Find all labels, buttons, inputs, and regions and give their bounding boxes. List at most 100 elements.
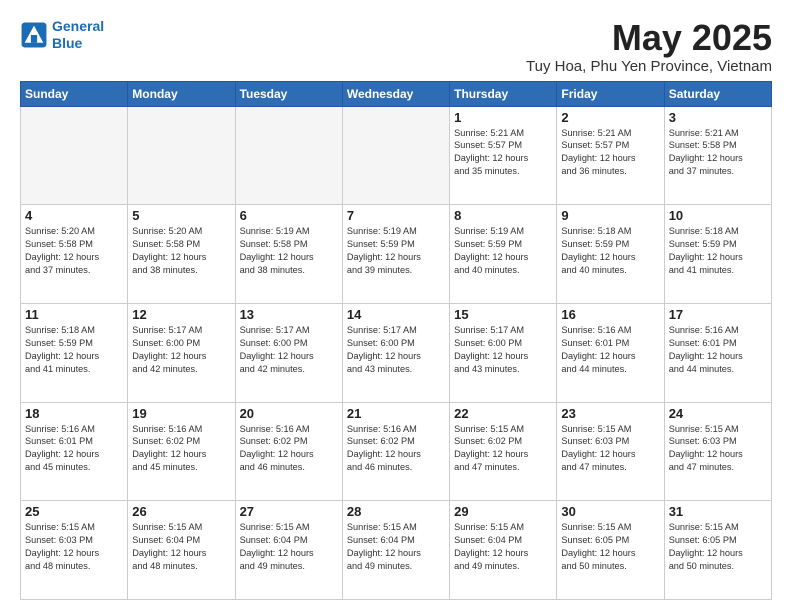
day-number: 23 — [561, 406, 659, 421]
day-info: Sunrise: 5:17 AM Sunset: 6:00 PM Dayligh… — [347, 324, 445, 376]
calendar-cell: 20 Sunrise: 5:16 AM Sunset: 6:02 PM Dayli… — [235, 402, 342, 501]
day-info: Sunrise: 5:15 AM Sunset: 6:03 PM Dayligh… — [25, 521, 123, 573]
day-info: Sunrise: 5:19 AM Sunset: 5:59 PM Dayligh… — [454, 225, 552, 277]
calendar-header-row: SundayMondayTuesdayWednesdayThursdayFrid… — [21, 81, 772, 106]
day-number: 30 — [561, 504, 659, 519]
day-info: Sunrise: 5:15 AM Sunset: 6:04 PM Dayligh… — [240, 521, 338, 573]
calendar-week-row: 1 Sunrise: 5:21 AM Sunset: 5:57 PM Daylig… — [21, 106, 772, 205]
logo-icon — [20, 21, 48, 49]
day-info: Sunrise: 5:15 AM Sunset: 6:04 PM Dayligh… — [454, 521, 552, 573]
header: General Blue May 2025 Tuy Hoa, Phu Yen P… — [20, 18, 772, 75]
calendar-cell: 17 Sunrise: 5:16 AM Sunset: 6:01 PM Dayli… — [664, 303, 771, 402]
calendar-cell: 4 Sunrise: 5:20 AM Sunset: 5:58 PM Daylig… — [21, 205, 128, 304]
calendar-cell: 8 Sunrise: 5:19 AM Sunset: 5:59 PM Daylig… — [450, 205, 557, 304]
day-number: 2 — [561, 110, 659, 125]
title-block: May 2025 Tuy Hoa, Phu Yen Province, Viet… — [526, 18, 772, 75]
day-info: Sunrise: 5:15 AM Sunset: 6:03 PM Dayligh… — [669, 423, 767, 475]
logo: General Blue — [20, 18, 104, 52]
logo-line2: Blue — [52, 35, 104, 52]
calendar-cell: 16Sunrise: 5:16 AM Sunset: 6:01 PM Dayli… — [557, 303, 664, 402]
day-number: 20 — [240, 406, 338, 421]
calendar-cell: 23 Sunrise: 5:15 AM Sunset: 6:03 PM Dayli… — [557, 402, 664, 501]
location: Tuy Hoa, Phu Yen Province, Vietnam — [526, 58, 772, 75]
calendar-cell: 22Sunrise: 5:15 AM Sunset: 6:02 PM Dayli… — [450, 402, 557, 501]
calendar-cell: 18Sunrise: 5:16 AM Sunset: 6:01 PM Dayli… — [21, 402, 128, 501]
day-info: Sunrise: 5:16 AM Sunset: 6:01 PM Dayligh… — [669, 324, 767, 376]
day-info: Sunrise: 5:18 AM Sunset: 5:59 PM Dayligh… — [561, 225, 659, 277]
day-number: 31 — [669, 504, 767, 519]
day-number: 17 — [669, 307, 767, 322]
calendar-cell: 31 Sunrise: 5:15 AM Sunset: 6:05 PM Dayli… — [664, 501, 771, 600]
day-number: 8 — [454, 208, 552, 223]
day-info: Sunrise: 5:16 AM Sunset: 6:02 PM Dayligh… — [132, 423, 230, 475]
month-title: May 2025 — [526, 18, 772, 58]
day-info: Sunrise: 5:20 AM Sunset: 5:58 PM Dayligh… — [25, 225, 123, 277]
day-info: Sunrise: 5:19 AM Sunset: 5:58 PM Dayligh… — [240, 225, 338, 277]
calendar-week-row: 18Sunrise: 5:16 AM Sunset: 6:01 PM Dayli… — [21, 402, 772, 501]
day-number: 22 — [454, 406, 552, 421]
calendar-cell: 25 Sunrise: 5:15 AM Sunset: 6:03 PM Dayli… — [21, 501, 128, 600]
day-number: 1 — [454, 110, 552, 125]
day-info: Sunrise: 5:18 AM Sunset: 5:59 PM Dayligh… — [669, 225, 767, 277]
day-info: Sunrise: 5:21 AM Sunset: 5:58 PM Dayligh… — [669, 127, 767, 179]
calendar-cell: 26 Sunrise: 5:15 AM Sunset: 6:04 PM Dayli… — [128, 501, 235, 600]
calendar-cell: 12Sunrise: 5:17 AM Sunset: 6:00 PM Dayli… — [128, 303, 235, 402]
calendar-cell: 19 Sunrise: 5:16 AM Sunset: 6:02 PM Dayli… — [128, 402, 235, 501]
calendar-week-row: 25 Sunrise: 5:15 AM Sunset: 6:03 PM Dayli… — [21, 501, 772, 600]
calendar-cell: 21Sunrise: 5:16 AM Sunset: 6:02 PM Dayli… — [342, 402, 449, 501]
calendar-week-row: 4 Sunrise: 5:20 AM Sunset: 5:58 PM Daylig… — [21, 205, 772, 304]
day-number: 26 — [132, 504, 230, 519]
weekday-header: Thursday — [450, 81, 557, 106]
calendar-cell: 9Sunrise: 5:18 AM Sunset: 5:59 PM Daylig… — [557, 205, 664, 304]
calendar-cell: 3 Sunrise: 5:21 AM Sunset: 5:58 PM Daylig… — [664, 106, 771, 205]
calendar-cell — [128, 106, 235, 205]
day-info: Sunrise: 5:21 AM Sunset: 5:57 PM Dayligh… — [561, 127, 659, 179]
day-number: 6 — [240, 208, 338, 223]
weekday-header: Friday — [557, 81, 664, 106]
weekday-header: Wednesday — [342, 81, 449, 106]
calendar-week-row: 11Sunrise: 5:18 AM Sunset: 5:59 PM Dayli… — [21, 303, 772, 402]
page: General Blue May 2025 Tuy Hoa, Phu Yen P… — [0, 0, 792, 612]
calendar-cell — [342, 106, 449, 205]
day-number: 14 — [347, 307, 445, 322]
calendar-table: SundayMondayTuesdayWednesdayThursdayFrid… — [20, 81, 772, 600]
day-info: Sunrise: 5:17 AM Sunset: 6:00 PM Dayligh… — [132, 324, 230, 376]
calendar-cell: 10Sunrise: 5:18 AM Sunset: 5:59 PM Dayli… — [664, 205, 771, 304]
calendar-cell: 5Sunrise: 5:20 AM Sunset: 5:58 PM Daylig… — [128, 205, 235, 304]
calendar-cell: 2 Sunrise: 5:21 AM Sunset: 5:57 PM Daylig… — [557, 106, 664, 205]
weekday-header: Monday — [128, 81, 235, 106]
calendar-cell: 27Sunrise: 5:15 AM Sunset: 6:04 PM Dayli… — [235, 501, 342, 600]
weekday-header: Saturday — [664, 81, 771, 106]
day-number: 16 — [561, 307, 659, 322]
day-number: 21 — [347, 406, 445, 421]
day-number: 15 — [454, 307, 552, 322]
day-number: 25 — [25, 504, 123, 519]
day-info: Sunrise: 5:16 AM Sunset: 6:02 PM Dayligh… — [240, 423, 338, 475]
calendar-cell — [21, 106, 128, 205]
calendar-cell: 15 Sunrise: 5:17 AM Sunset: 6:00 PM Dayli… — [450, 303, 557, 402]
day-info: Sunrise: 5:15 AM Sunset: 6:05 PM Dayligh… — [669, 521, 767, 573]
day-info: Sunrise: 5:15 AM Sunset: 6:04 PM Dayligh… — [347, 521, 445, 573]
day-number: 4 — [25, 208, 123, 223]
day-info: Sunrise: 5:19 AM Sunset: 5:59 PM Dayligh… — [347, 225, 445, 277]
day-info: Sunrise: 5:15 AM Sunset: 6:04 PM Dayligh… — [132, 521, 230, 573]
day-number: 24 — [669, 406, 767, 421]
day-info: Sunrise: 5:16 AM Sunset: 6:01 PM Dayligh… — [25, 423, 123, 475]
day-info: Sunrise: 5:17 AM Sunset: 6:00 PM Dayligh… — [240, 324, 338, 376]
calendar-cell: 29 Sunrise: 5:15 AM Sunset: 6:04 PM Dayli… — [450, 501, 557, 600]
calendar-cell: 6 Sunrise: 5:19 AM Sunset: 5:58 PM Daylig… — [235, 205, 342, 304]
day-number: 29 — [454, 504, 552, 519]
calendar-cell: 14 Sunrise: 5:17 AM Sunset: 6:00 PM Dayli… — [342, 303, 449, 402]
day-info: Sunrise: 5:21 AM Sunset: 5:57 PM Dayligh… — [454, 127, 552, 179]
calendar-cell: 30Sunrise: 5:15 AM Sunset: 6:05 PM Dayli… — [557, 501, 664, 600]
day-info: Sunrise: 5:15 AM Sunset: 6:03 PM Dayligh… — [561, 423, 659, 475]
weekday-header: Sunday — [21, 81, 128, 106]
day-number: 19 — [132, 406, 230, 421]
day-info: Sunrise: 5:17 AM Sunset: 6:00 PM Dayligh… — [454, 324, 552, 376]
logo-text: General Blue — [52, 18, 104, 52]
calendar-cell: 1 Sunrise: 5:21 AM Sunset: 5:57 PM Daylig… — [450, 106, 557, 205]
calendar-cell: 13 Sunrise: 5:17 AM Sunset: 6:00 PM Dayli… — [235, 303, 342, 402]
day-number: 3 — [669, 110, 767, 125]
logo-line1: General — [52, 18, 104, 35]
day-number: 13 — [240, 307, 338, 322]
